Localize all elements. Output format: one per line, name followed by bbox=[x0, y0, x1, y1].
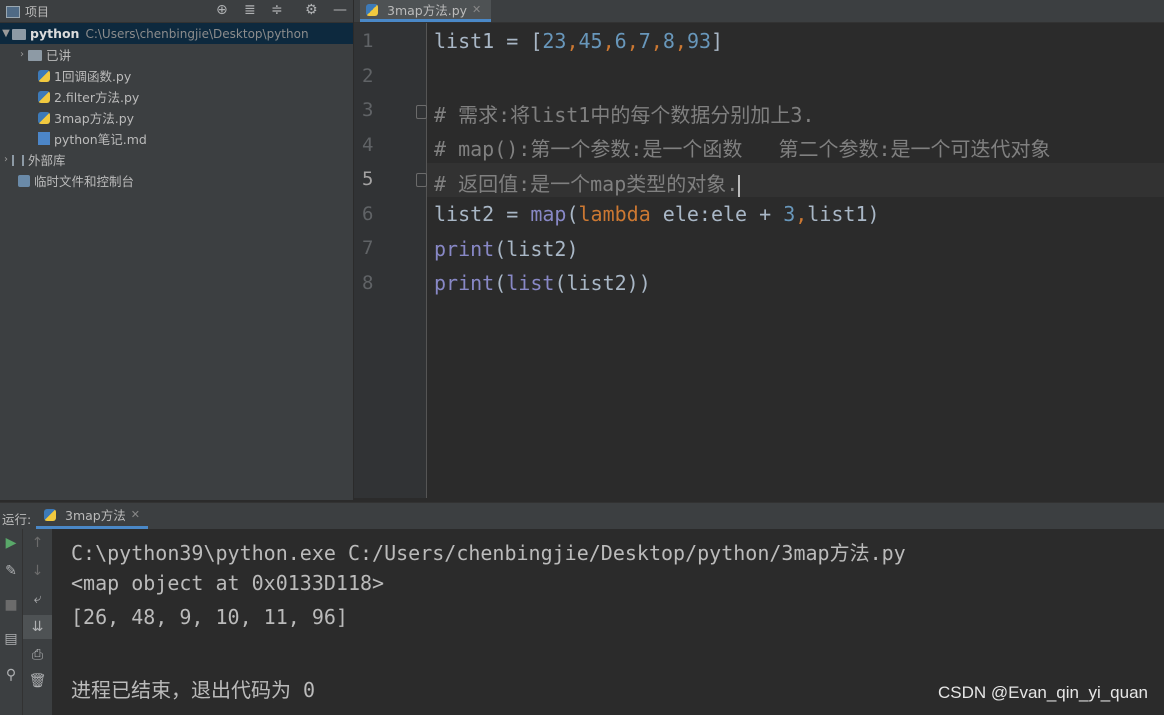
root-folder-path: C:\Users\chenbingjie\Desktop\python bbox=[85, 26, 309, 41]
console-line: C:\python39\python.exe C:/Users/chenbing… bbox=[71, 541, 906, 565]
project-panel: 项目 ⊕ ≣ ≑ ⚙ — ▼ python C:\Users\chenbingj… bbox=[0, 0, 353, 500]
fold-icon[interactable] bbox=[416, 105, 427, 119]
scratches-label: 临时文件和控制台 bbox=[34, 174, 135, 189]
code-line-6: list2 = map(lambda ele:ele + 3,list1) bbox=[434, 202, 880, 226]
console-line: 进程已结束，退出代码为 0 bbox=[71, 678, 316, 702]
run-label: 运行: bbox=[2, 512, 32, 527]
code-editor[interactable]: list1 = [23,45,6,7,8,93] # 需求:将list1中的每个… bbox=[427, 23, 1164, 498]
tree-item-label: 1回调函数.py bbox=[54, 69, 132, 84]
python-file-icon bbox=[44, 508, 56, 521]
scroll-to-end-icon[interactable]: ⇊ bbox=[23, 615, 52, 639]
close-icon[interactable]: ✕ bbox=[131, 508, 140, 521]
editor-gutter: 1 2 3 4 5 6 7 8 bbox=[354, 23, 427, 498]
fold-icon[interactable] bbox=[416, 173, 427, 187]
code-line-3: # 需求:将list1中的每个数据分别加上3. bbox=[434, 103, 815, 127]
project-panel-title[interactable]: 项目 bbox=[25, 3, 49, 20]
line-number: 2 bbox=[362, 65, 374, 87]
tree-item-label: python笔记.md bbox=[54, 132, 147, 147]
project-panel-header: 项目 ⊕ ≣ ≑ ⚙ — bbox=[0, 0, 353, 23]
arrow-up-icon[interactable]: ↑ bbox=[23, 535, 52, 551]
folder-icon bbox=[12, 29, 26, 40]
editor-tab-bar: 3map方法.py ✕ bbox=[354, 0, 1164, 23]
project-view-icon[interactable] bbox=[6, 5, 20, 18]
code-line-7: print(list2) bbox=[434, 237, 579, 261]
close-icon[interactable]: ✕ bbox=[472, 3, 481, 16]
python-file-icon bbox=[366, 3, 378, 16]
trash-icon[interactable]: 🗑 bbox=[23, 673, 52, 689]
root-folder-name: python bbox=[30, 26, 80, 41]
tree-scratches[interactable]: 临时文件和控制台 bbox=[0, 170, 371, 191]
soft-wrap-icon[interactable]: ⤶ bbox=[23, 591, 52, 607]
tree-item-file[interactable]: python笔记.md bbox=[0, 128, 391, 149]
chevron-down-icon[interactable]: ▼ bbox=[0, 28, 12, 39]
print-icon[interactable]: ⎙ bbox=[23, 647, 52, 663]
chevron-right-icon[interactable]: › bbox=[16, 49, 28, 60]
watermark: CSDN @Evan_qin_yi_quan bbox=[937, 683, 1148, 702]
arrow-down-icon[interactable]: ↓ bbox=[23, 563, 52, 579]
python-file-icon bbox=[38, 90, 50, 103]
tree-item-folder[interactable]: › 已讲 bbox=[0, 44, 369, 65]
run-toolbar-right: ↑ ↓ ⤶ ⇊ ⎙ 🗑 bbox=[23, 529, 52, 715]
line-number: 7 bbox=[362, 237, 374, 259]
run-panel-header: 运行: 3map方法 ✕ bbox=[0, 502, 1164, 529]
code-line-8: print(list(list2)) bbox=[434, 271, 651, 295]
line-number: 4 bbox=[362, 134, 374, 156]
text-caret bbox=[738, 174, 741, 197]
console-line: [26, 48, 9, 10, 11, 96] bbox=[71, 605, 348, 629]
code-line-5: # 返回值:是一个map类型的对象. bbox=[434, 172, 741, 197]
line-number: 5 bbox=[362, 168, 374, 190]
collapse-all-icon[interactable]: ≑ bbox=[271, 2, 283, 18]
editor-tab-label: 3map方法.py bbox=[387, 3, 468, 18]
code-line-4: # map():第一个参数:是一个函数 第二个参数:是一个可迭代对象 bbox=[434, 137, 1051, 161]
line-number: 8 bbox=[362, 272, 374, 294]
markdown-file-icon bbox=[38, 132, 50, 145]
editor-divider bbox=[354, 498, 1164, 500]
line-number: 6 bbox=[362, 203, 374, 225]
line-number: 1 bbox=[362, 30, 374, 52]
run-tab[interactable]: 3map方法 ✕ bbox=[36, 503, 148, 529]
editor-tab[interactable]: 3map方法.py ✕ bbox=[360, 0, 492, 22]
library-icon bbox=[12, 155, 24, 166]
rerun-icon[interactable]: ▶ bbox=[0, 535, 22, 551]
layout-icon[interactable]: ▤ bbox=[0, 631, 22, 647]
external-libs-label: 外部库 bbox=[28, 153, 66, 168]
gear-icon[interactable]: ⚙ bbox=[305, 2, 318, 18]
minimize-icon[interactable]: — bbox=[333, 2, 347, 18]
tree-item-file[interactable]: 1回调函数.py bbox=[0, 65, 391, 86]
console-line: <map object at 0x0133D118> bbox=[71, 571, 385, 595]
tree-item-label: 2.filter方法.py bbox=[54, 90, 140, 105]
run-toolbar-left: ▶ ✎ ■ ▤ ⚲ bbox=[0, 529, 23, 715]
tree-external-libs[interactable]: › 外部库 bbox=[0, 149, 353, 170]
pin-icon[interactable]: ⚲ bbox=[0, 667, 22, 683]
python-file-icon bbox=[38, 111, 50, 124]
expand-all-icon[interactable]: ≣ bbox=[244, 2, 256, 18]
tree-item-file[interactable]: 3map方法.py bbox=[0, 107, 391, 128]
code-line-1: list1 = [23,45,6,7,8,93] bbox=[434, 29, 724, 53]
tree-root-python[interactable]: ▼ python C:\Users\chenbingjie\Desktop\py… bbox=[0, 23, 353, 44]
python-file-icon bbox=[38, 69, 50, 82]
line-number: 3 bbox=[362, 99, 374, 121]
tree-item-label: 3map方法.py bbox=[54, 111, 135, 126]
chevron-right-icon[interactable]: › bbox=[0, 154, 12, 165]
folder-icon bbox=[28, 50, 42, 61]
tree-item-label: 已讲 bbox=[46, 48, 72, 63]
run-tab-label: 3map方法 bbox=[65, 508, 126, 523]
stop-icon[interactable]: ■ bbox=[0, 597, 22, 613]
tree-item-file[interactable]: 2.filter方法.py bbox=[0, 86, 391, 107]
wrench-icon[interactable]: ✎ bbox=[0, 563, 22, 579]
scratches-icon bbox=[18, 174, 30, 187]
locate-icon[interactable]: ⊕ bbox=[216, 2, 228, 18]
